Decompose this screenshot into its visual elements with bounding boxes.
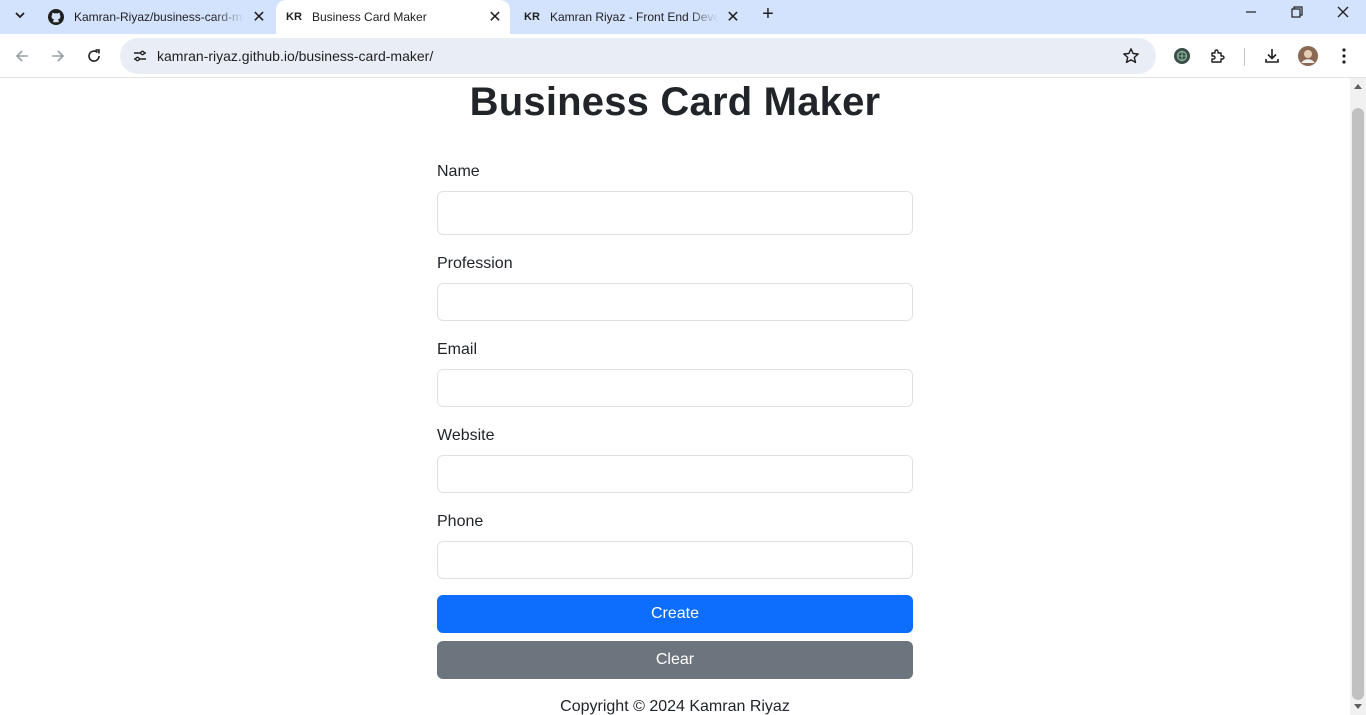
back-icon[interactable]: [6, 40, 38, 72]
browser-toolbar: kamran-riyaz.github.io/business-card-mak…: [0, 34, 1366, 78]
tab-search-button[interactable]: [8, 3, 32, 27]
reload-icon[interactable]: [78, 40, 110, 72]
tab-title: Business Card Maker: [312, 10, 427, 24]
toolbar-divider: [1244, 48, 1245, 66]
chevron-down-icon: [15, 12, 25, 19]
close-window-icon[interactable]: [1320, 0, 1366, 24]
forward-icon[interactable]: [42, 40, 74, 72]
email-input[interactable]: [437, 369, 913, 407]
new-tab-icon[interactable]: +: [756, 2, 780, 26]
clear-button[interactable]: Clear: [437, 641, 913, 679]
create-button[interactable]: Create: [437, 595, 913, 633]
phone-label: Phone: [437, 513, 484, 530]
tab-business-card-maker[interactable]: KR Business Card Maker ✕: [276, 0, 510, 34]
tab-portfolio[interactable]: KR Kamran Riyaz - Front End Developer ✕: [514, 0, 748, 34]
tab-strip: Kamran-Riyaz/business-card-maker ✕ KR Bu…: [0, 0, 1366, 34]
page-scrollbar[interactable]: [1350, 78, 1366, 715]
website-label: Website: [437, 427, 495, 444]
page-title: Business Card Maker: [469, 80, 881, 124]
github-icon: [48, 9, 64, 25]
profession-label: Profession: [437, 255, 513, 272]
restore-icon[interactable]: [1274, 0, 1320, 24]
tab-title: Kamran-Riyaz/business-card-maker: [74, 10, 244, 24]
extension-globe-icon[interactable]: [1166, 40, 1198, 72]
address-bar[interactable]: kamran-riyaz.github.io/business-card-mak…: [120, 38, 1156, 74]
tab-title: Kamran Riyaz - Front End Developer: [550, 10, 718, 24]
kr-favicon-icon: KR: [524, 11, 540, 23]
website-input[interactable]: [437, 455, 913, 493]
profession-input[interactable]: [437, 283, 913, 321]
close-icon[interactable]: ✕: [250, 8, 268, 26]
footer-copyright: Copyright © 2024 Kamran Riyaz: [560, 698, 790, 715]
page-viewport: Business Card Maker Name Profession Emai…: [0, 78, 1350, 715]
scroll-down-arrow-icon[interactable]: [1350, 699, 1366, 715]
bookmark-star-icon[interactable]: [1120, 45, 1142, 67]
url-text[interactable]: kamran-riyaz.github.io/business-card-mak…: [157, 48, 433, 64]
phone-input[interactable]: [437, 541, 913, 579]
email-label: Email: [437, 341, 478, 358]
extensions-puzzle-icon[interactable]: [1202, 40, 1234, 72]
scroll-up-arrow-icon[interactable]: [1350, 78, 1366, 94]
profile-avatar[interactable]: [1292, 40, 1324, 72]
close-icon[interactable]: ✕: [486, 8, 504, 26]
kr-favicon-icon: KR: [286, 11, 302, 23]
minimize-icon[interactable]: [1228, 0, 1274, 24]
tab-github[interactable]: Kamran-Riyaz/business-card-maker ✕: [38, 0, 274, 34]
scrollbar-thumb[interactable]: [1352, 108, 1364, 700]
download-icon[interactable]: [1256, 40, 1288, 72]
close-icon[interactable]: ✕: [724, 8, 742, 26]
site-info-icon[interactable]: [126, 42, 154, 70]
menu-kebab-icon[interactable]: [1328, 40, 1360, 72]
name-input[interactable]: [437, 191, 913, 235]
name-label: Name: [437, 163, 480, 180]
